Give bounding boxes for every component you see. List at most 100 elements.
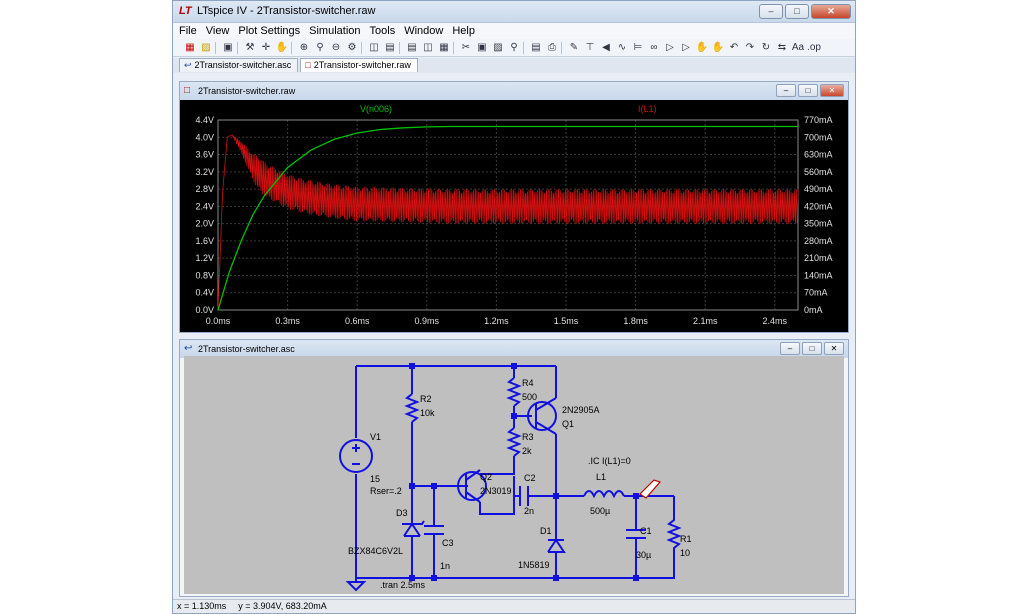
y-left-tick-label: 2.8V: [195, 184, 214, 194]
q1-label: Q1: [562, 419, 574, 429]
diode-icon[interactable]: ▷: [663, 41, 677, 55]
cascade-icon[interactable]: ▦: [437, 41, 451, 55]
schematic-icon: ↩: [184, 60, 192, 70]
r1-value: 10: [680, 548, 690, 558]
y-right-tick-label: 630mA: [804, 150, 833, 160]
q1-part: 2N2905A: [562, 405, 600, 415]
toolbar-separator: [561, 41, 565, 54]
y-right-tick-label: 140mA: [804, 270, 833, 280]
close-button[interactable]: ✕: [820, 84, 844, 97]
autorange-icon[interactable]: ◫: [367, 41, 381, 55]
tab-label: 2Transistor-switcher.asc: [194, 60, 292, 70]
l1-value: 500µ: [590, 506, 610, 516]
resistor-icon[interactable]: ∿: [615, 41, 629, 55]
halt-icon[interactable]: ✋: [275, 41, 289, 55]
menu-window[interactable]: Window: [404, 25, 443, 37]
spice-directive-icon[interactable]: .op: [807, 41, 821, 55]
waveform-window-title-text: 2Transistor-switcher.raw: [198, 86, 296, 96]
new-schematic-icon[interactable]: ▦: [183, 41, 197, 55]
y-right-tick-label: 280mA: [804, 236, 833, 246]
minimize-button[interactable]: –: [759, 4, 783, 19]
minimize-button[interactable]: –: [780, 342, 800, 355]
x-tick-label: 1.8ms: [623, 316, 648, 326]
waveform-plot[interactable]: 0.0ms 0.3ms 0.6ms 0.9ms 1.2ms 1.5ms 1.8ms 2.1ms…: [180, 100, 848, 332]
tab-waveform[interactable]: □ 2Transistor-switcher.raw: [300, 58, 418, 72]
c3-value: 1n: [440, 561, 450, 571]
restore-button[interactable]: □: [802, 342, 822, 355]
inductor-icon[interactable]: ∞: [647, 41, 661, 55]
d3-label: D3: [396, 508, 408, 518]
plot-icon[interactable]: ▤: [383, 41, 397, 55]
r4-label: R4: [522, 378, 534, 388]
control-panel-icon[interactable]: ⚒: [243, 41, 257, 55]
toolbar-separator: [237, 41, 241, 54]
c1-label: C1: [640, 526, 652, 536]
zoom-fit-icon[interactable]: ⚙: [345, 41, 359, 55]
redo-icon[interactable]: ↷: [743, 41, 757, 55]
document-tabs: ↩ 2Transistor-switcher.asc □ 2Transistor…: [173, 58, 855, 73]
ground-icon[interactable]: ⊤: [583, 41, 597, 55]
maximize-button[interactable]: □: [785, 4, 809, 19]
tile-vertical-icon[interactable]: ◫: [421, 41, 435, 55]
legend-v-n006: V(n006): [360, 104, 392, 114]
menu-tools[interactable]: Tools: [370, 25, 396, 37]
schematic-window: ↩ 2Transistor-switcher.asc – □ ✕ V1 15 R…: [179, 339, 849, 597]
l1-label: L1: [596, 472, 606, 482]
paste-icon[interactable]: ▨: [491, 41, 505, 55]
r2-label: R2: [420, 394, 432, 404]
zoom-out-icon[interactable]: ⊖: [329, 41, 343, 55]
c2-value: 2n: [524, 506, 534, 516]
junction-dot: [431, 575, 437, 581]
schematic-canvas[interactable]: V1 15 Rser=.2 R2 10k R4 500 R3 2k 2N2905…: [184, 356, 844, 594]
copy-icon[interactable]: ▣: [475, 41, 489, 55]
ic-directive: .IC I(L1)=0: [588, 456, 631, 466]
zoom-in-icon[interactable]: ⊕: [297, 41, 311, 55]
find-icon[interactable]: ⚲: [507, 41, 521, 55]
mirror-icon[interactable]: ⇆: [775, 41, 789, 55]
run-icon[interactable]: ✛: [259, 41, 273, 55]
menu-file[interactable]: File: [179, 25, 197, 37]
close-button[interactable]: ✕: [811, 4, 851, 19]
undo-icon[interactable]: ↶: [727, 41, 741, 55]
r4-value: 500: [522, 392, 537, 402]
restore-button[interactable]: □: [798, 84, 818, 97]
tab-schematic[interactable]: ↩ 2Transistor-switcher.asc: [179, 58, 299, 72]
y-left-tick-label: 2.0V: [195, 219, 214, 229]
component-icon[interactable]: ▷: [679, 41, 693, 55]
pan-icon[interactable]: ⚲: [313, 41, 327, 55]
print-setup-icon[interactable]: ▤: [529, 41, 543, 55]
menu-help[interactable]: Help: [452, 25, 475, 37]
r3-label: R3: [522, 432, 534, 442]
legend-i-l1: I(L1): [638, 104, 657, 114]
menu-simulation[interactable]: Simulation: [309, 25, 360, 37]
schematic-window-title-text: 2Transistor-switcher.asc: [198, 344, 295, 354]
menu-bar: File View Plot Settings Simulation Tools…: [173, 23, 855, 39]
text-icon[interactable]: Aa: [791, 41, 805, 55]
minimize-button[interactable]: –: [776, 84, 796, 97]
x-tick-label: 0.9ms: [415, 316, 440, 326]
save-icon[interactable]: ▣: [221, 41, 235, 55]
menu-view[interactable]: View: [206, 25, 230, 37]
y-left-tick-label: 0.0V: [195, 305, 214, 315]
wire-icon[interactable]: ✎: [567, 41, 581, 55]
drag-icon[interactable]: ✋: [711, 41, 725, 55]
y-right-tick-label: 490mA: [804, 184, 833, 194]
move-icon[interactable]: ✋: [695, 41, 709, 55]
rotate-icon[interactable]: ↻: [759, 41, 773, 55]
menu-plot-settings[interactable]: Plot Settings: [238, 25, 300, 37]
x-tick-label: 2.4ms: [763, 316, 788, 326]
v1-value: 15: [370, 474, 380, 484]
y-left-tick-label: 4.0V: [195, 132, 214, 142]
waveform-icon: □: [305, 60, 311, 70]
close-button[interactable]: ✕: [824, 342, 844, 355]
y-left-tick-label: 2.4V: [195, 201, 214, 211]
tile-horizontal-icon[interactable]: ▤: [405, 41, 419, 55]
cut-icon[interactable]: ✂: [459, 41, 473, 55]
print-icon[interactable]: ⎙: [545, 41, 559, 55]
open-icon[interactable]: ▨: [199, 41, 213, 55]
junction-dot: [633, 493, 639, 499]
label-net-icon[interactable]: ◀: [599, 41, 613, 55]
capacitor-icon[interactable]: ⊨: [631, 41, 645, 55]
x-tick-label: 0.6ms: [345, 316, 370, 326]
y-right-tick-label: 70mA: [804, 288, 828, 298]
